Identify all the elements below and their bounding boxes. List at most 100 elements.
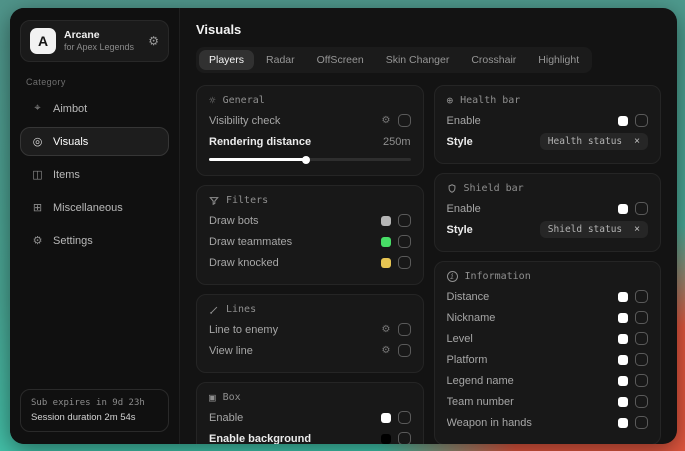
color-swatch[interactable] [618,116,628,126]
left-column: ☼ General Visibility check ⚙ Rendering d… [196,85,424,444]
checkbox[interactable] [398,114,411,127]
color-swatch[interactable] [618,204,628,214]
checkbox[interactable] [635,395,648,408]
cube-icon: ◫ [31,168,44,181]
checkbox[interactable] [635,374,648,387]
checkbox[interactable] [635,311,648,324]
settings-icon[interactable]: ⚙ [148,34,159,48]
setting-row-rendering-distance: Rendering distance 250m [209,131,411,152]
tab-players[interactable]: Players [199,50,254,70]
gear-icon[interactable]: ⚙ [382,116,391,126]
setting-row-shield-enable: Enable [447,198,649,219]
setting-row-visibility-check: Visibility check ⚙ [209,110,411,131]
sidebar-item-label: Aimbot [53,103,87,115]
box-icon: ▣ [209,392,216,403]
color-swatch[interactable] [381,413,391,423]
checkbox[interactable] [398,432,411,444]
sidebar-item-label: Miscellaneous [53,202,123,214]
funnel-icon [209,196,219,206]
setting-row-line-to-enemy: Line to enemy ⚙ [209,319,411,340]
setting-row-draw-knocked: Draw knocked [209,252,411,273]
sidebar-item-miscellaneous[interactable]: ⊞ Miscellaneous [20,193,169,222]
color-swatch[interactable] [618,292,628,302]
color-swatch[interactable] [381,237,391,247]
tab-offscreen[interactable]: OffScreen [307,50,374,70]
setting-row-box-enable: Enable [209,407,411,428]
gear-icon[interactable]: ⚙ [382,346,391,356]
checkbox[interactable] [635,332,648,345]
slider-handle[interactable] [302,156,310,164]
color-swatch[interactable] [618,334,628,344]
tab-skin-changer[interactable]: Skin Changer [376,50,460,70]
checkbox[interactable] [398,323,411,336]
clear-icon[interactable]: × [634,137,640,147]
setting-row-draw-teammates: Draw teammates [209,231,411,252]
setting-row-box-enable-background: Enable background [209,428,411,444]
sidebar-item-label: Visuals [53,136,88,148]
session-duration-text: Session duration 2m 54s [31,412,158,423]
color-swatch[interactable] [618,355,628,365]
color-swatch[interactable] [381,258,391,268]
sidebar-item-aimbot[interactable]: ⌖ Aimbot [20,94,169,123]
health-style-select[interactable]: Health status × [540,133,648,150]
setting-row-view-line: View line ⚙ [209,340,411,361]
checkbox[interactable] [398,235,411,248]
page-title: Visuals [196,22,661,37]
card-title: Health bar [460,95,520,106]
clear-icon[interactable]: × [634,225,640,235]
card-title: General [223,95,265,106]
checkbox[interactable] [398,411,411,424]
tab-radar[interactable]: Radar [256,50,305,70]
color-swatch[interactable] [618,313,628,323]
checkbox[interactable] [398,256,411,269]
sidebar-item-items[interactable]: ◫ Items [20,160,169,189]
sidebar-item-label: Items [53,169,80,181]
color-swatch[interactable] [618,397,628,407]
eye-icon: ◎ [31,135,44,148]
sidebar-item-visuals[interactable]: ◎ Visuals [20,127,169,156]
card-shield-bar: Shield bar Enable Style Shield status [434,173,662,252]
card-lines: Lines Line to enemy ⚙ View line ⚙ [196,294,424,373]
setting-row-nickname: Nickname [447,307,649,328]
checkbox[interactable] [635,114,648,127]
card-health-bar: ⊕ Health bar Enable Style Health stat [434,85,662,164]
tab-bar: Players Radar OffScreen Skin Changer Cro… [196,47,592,73]
line-icon [209,305,219,315]
sidebar-item-settings[interactable]: ⚙ Settings [20,226,169,255]
card-general: ☼ General Visibility check ⚙ Rendering d… [196,85,424,176]
shield-icon [447,183,457,194]
setting-row-team-number: Team number [447,391,649,412]
setting-row-level: Level [447,328,649,349]
shield-style-select[interactable]: Shield status × [540,221,648,238]
checkbox[interactable] [398,214,411,227]
card-columns: ☼ General Visibility check ⚙ Rendering d… [196,85,661,444]
sun-icon: ☼ [209,95,216,106]
setting-row-health-style: Style Health status × [447,131,649,152]
card-filters: Filters Draw bots Draw teammates [196,185,424,285]
card-title: Lines [226,304,256,315]
tab-highlight[interactable]: Highlight [528,50,589,70]
setting-row-shield-style: Style Shield status × [447,219,649,240]
right-column: ⊕ Health bar Enable Style Health stat [434,85,662,444]
sidebar: A Arcane for Apex Legends ⚙ Category ⌖ A… [10,8,180,444]
rendering-distance-slider[interactable] [209,158,411,161]
setting-row-draw-bots: Draw bots [209,210,411,231]
setting-row-distance: Distance [447,286,649,307]
color-swatch[interactable] [381,216,391,226]
checkbox[interactable] [635,290,648,303]
setting-row-weapon-in-hands: Weapon in hands [447,412,649,433]
gear-icon[interactable]: ⚙ [382,325,391,335]
color-swatch[interactable] [381,434,391,444]
card-title: Information [465,271,531,282]
checkbox[interactable] [635,416,648,429]
color-swatch[interactable] [618,376,628,386]
health-icon: ⊕ [447,95,454,106]
card-title: Filters [226,195,268,206]
app-name: Arcane [64,29,134,42]
checkbox[interactable] [635,353,648,366]
checkbox[interactable] [398,344,411,357]
card-information: i Information Distance Nickname [434,261,662,444]
color-swatch[interactable] [618,418,628,428]
checkbox[interactable] [635,202,648,215]
tab-crosshair[interactable]: Crosshair [461,50,526,70]
